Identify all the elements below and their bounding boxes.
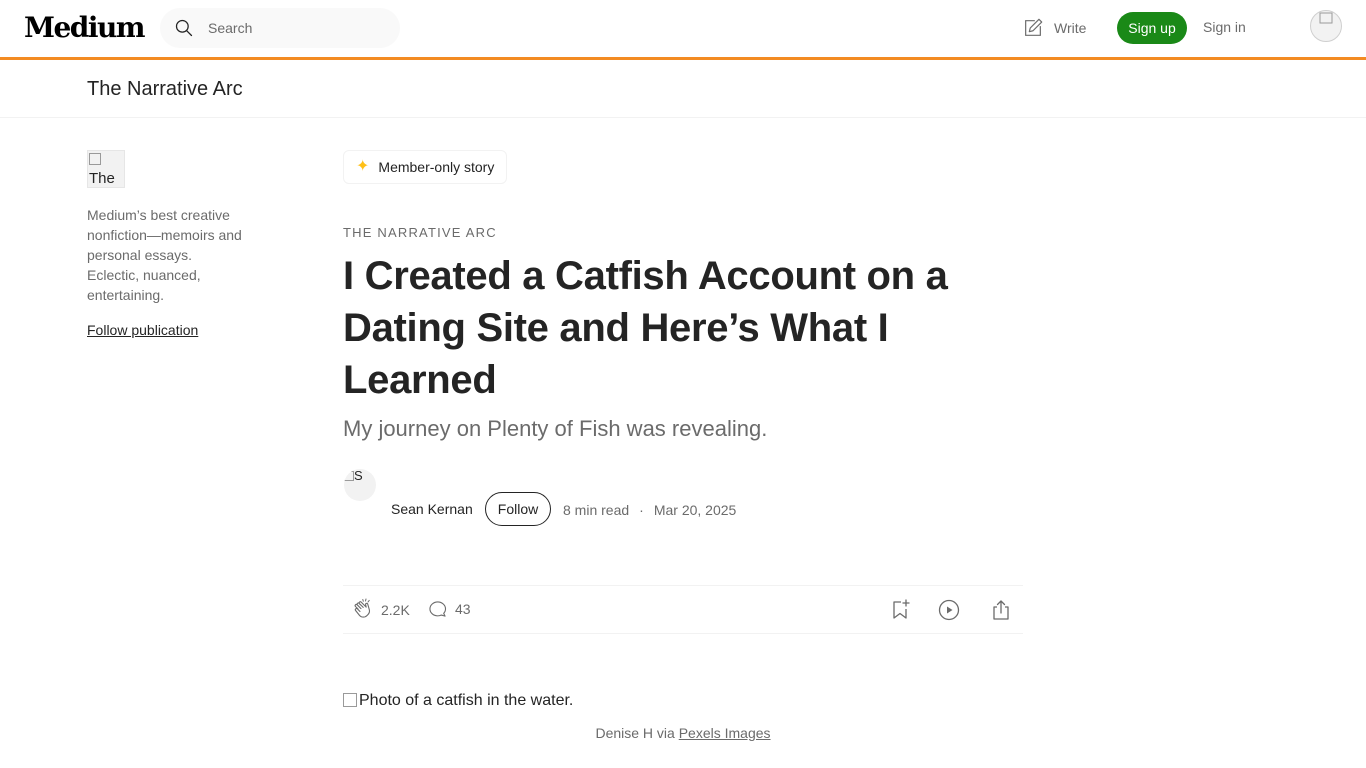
broken-image-icon (89, 153, 101, 165)
write-icon (1025, 18, 1043, 36)
article-title: I Created a Catfish Account on a Dating … (343, 254, 948, 402)
clap-count: 2.2K (381, 602, 410, 618)
publication-description: Medium’s best creative nonfiction—memoir… (87, 207, 242, 303)
caption-text: Denise H via (595, 725, 679, 741)
article-hero-image: Photo of a catfish in the water. (343, 692, 573, 710)
article-kicker: THE NARRATIVE ARC (343, 225, 497, 240)
article-meta: 8 min read · Mar 20, 2025 (563, 502, 736, 518)
write-label: Write (1054, 20, 1087, 36)
clap-icon (354, 598, 371, 618)
user-avatar[interactable] (1310, 10, 1342, 42)
publication-logo-alt: The (89, 170, 115, 187)
sign-in-link[interactable]: Sign in (1203, 19, 1246, 35)
sparkle-star-icon: ✦ (356, 158, 370, 175)
top-navbar: Medium Write Sign up Sign in (0, 0, 1366, 57)
comment-icon (429, 601, 447, 617)
write-button[interactable]: Write (1022, 16, 1086, 40)
search-icon (175, 19, 193, 37)
author-avatar[interactable]: S (344, 469, 376, 501)
hero-image-alt: Photo of a catfish in the water. (359, 692, 574, 709)
member-badge-label: Member-only story (378, 159, 495, 175)
bookmark-add-icon[interactable] (888, 598, 912, 622)
listen-play-icon[interactable] (937, 598, 961, 622)
publication-bar: The Narrative Arc (0, 60, 1366, 118)
response-count: 43 (455, 601, 471, 617)
follow-author-button[interactable]: Follow (485, 492, 551, 526)
read-time: 8 min read (563, 502, 630, 518)
follow-publication-link[interactable]: Follow publication (87, 322, 198, 338)
share-icon[interactable] (989, 598, 1013, 622)
broken-image-icon (343, 693, 357, 707)
pexels-link[interactable]: Pexels Images (679, 725, 771, 741)
article-action-bar: 2.2K 43 (343, 585, 1023, 634)
search-input[interactable] (208, 8, 388, 48)
author-avatar-alt: S (354, 469, 363, 483)
sign-up-button[interactable]: Sign up (1117, 12, 1187, 44)
search-box[interactable] (160, 8, 400, 48)
clap-button[interactable]: 2.2K (351, 598, 410, 622)
publication-name[interactable]: The Narrative Arc (87, 78, 243, 101)
medium-logo[interactable]: Medium (24, 11, 146, 44)
broken-image-icon (1319, 12, 1333, 24)
article-subtitle: My journey on Plenty of Fish was reveali… (343, 416, 768, 441)
publish-date: Mar 20, 2025 (653, 502, 737, 518)
publication-logo[interactable]: The (87, 150, 125, 188)
broken-image-icon (344, 471, 354, 481)
member-only-badge: ✦ Member-only story (343, 150, 507, 184)
responses-button[interactable]: 43 (427, 598, 471, 620)
meta-separator: · (639, 502, 644, 518)
image-caption: Denise H via Pexels Images (343, 725, 1023, 741)
author-name[interactable]: Sean Kernan (391, 501, 473, 517)
